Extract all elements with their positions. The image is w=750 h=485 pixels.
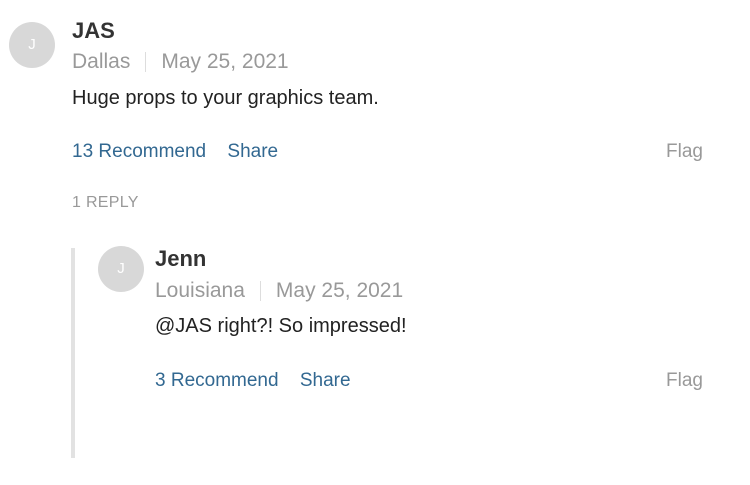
reply-date: May 25, 2021 <box>275 279 404 302</box>
recommend-button[interactable]: 13 Recommend <box>72 141 206 162</box>
reply-meta: Louisiana May 25, 2021 <box>155 279 403 303</box>
comment-text: Huge props to your graphics team. <box>72 87 379 109</box>
replies-count-button[interactable]: 1 REPLY <box>72 194 139 212</box>
reply-location: Louisiana <box>155 279 245 302</box>
reply-actions: 3 Recommend Share <box>155 370 351 392</box>
comment-actions: 13 Recommend Share <box>72 141 278 163</box>
comment-date: May 25, 2021 <box>161 50 289 73</box>
flag-button[interactable]: Flag <box>666 141 703 163</box>
comment-author: JAS <box>72 18 115 43</box>
comment-location: Dallas <box>72 50 131 73</box>
reply-text: @JAS right?! So impressed! <box>155 315 407 337</box>
recommend-button[interactable]: 3 Recommend <box>155 370 279 391</box>
meta-divider <box>259 281 261 301</box>
reply-author: Jenn <box>155 246 207 271</box>
comment-meta: Dallas May 25, 2021 <box>72 50 289 74</box>
thread-line <box>71 248 75 458</box>
avatar: J <box>98 246 144 292</box>
share-button[interactable]: Share <box>300 370 351 391</box>
flag-button[interactable]: Flag <box>666 370 703 392</box>
avatar: J <box>9 22 55 68</box>
meta-divider <box>145 52 147 72</box>
share-button[interactable]: Share <box>227 141 278 162</box>
